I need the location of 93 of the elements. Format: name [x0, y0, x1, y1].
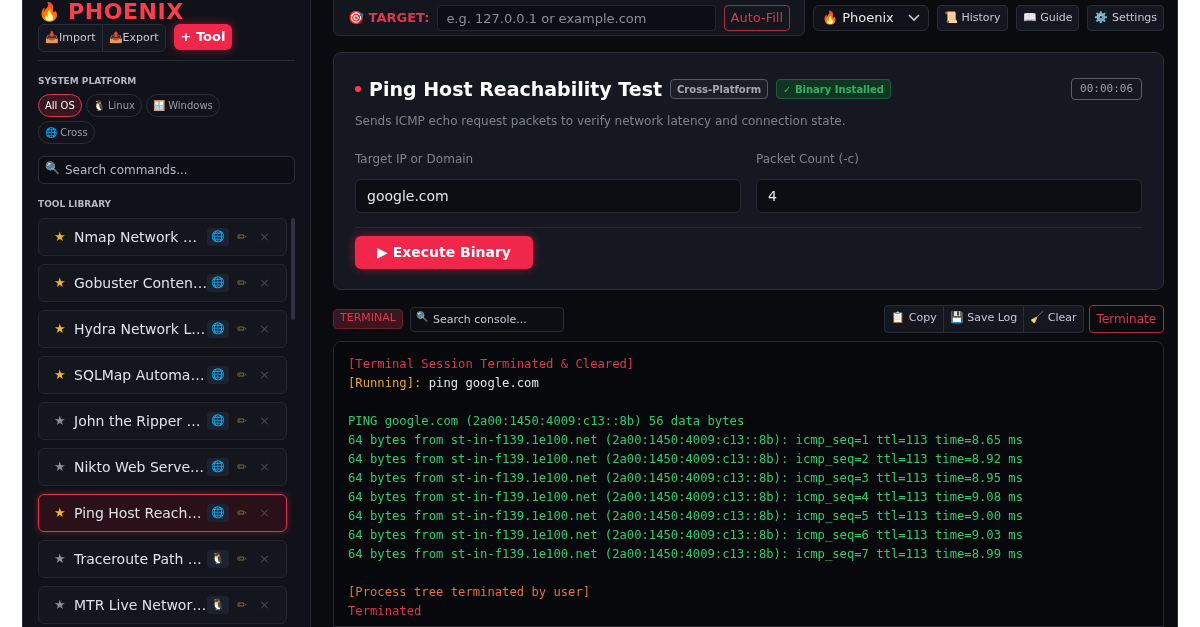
tool-name: Hydra Network L… — [74, 319, 207, 339]
star-icon[interactable]: ★ — [54, 595, 68, 615]
platform-chip[interactable]: 🪟 Windows — [145, 93, 220, 117]
tool-list-item[interactable]: ★ MTR Live Networ… 🐧 ✏ × — [38, 586, 287, 624]
platform-chip[interactable]: All OS — [38, 93, 82, 117]
field-label: Packet Count (-c) — [756, 150, 860, 168]
terminal-line: 64 bytes from st-in-f139.1e100.net (2a00:1450:4009:c13::8b): icmp_seq=3 ttl=113 time=8.95 ms — [348, 469, 1025, 487]
edit-icon[interactable]: ✏ — [236, 366, 248, 384]
tool-list-item[interactable]: ★ John the Ripper … 🌐 ✏ × — [38, 402, 287, 440]
tool-name: SQLMap Automa… — [74, 365, 206, 385]
terminal-line: 64 bytes from st-in-f139.1e100.net (2a00:1450:4009:c13::8b): icmp_seq=6 ttl=113 time=9.03 ms — [348, 526, 1025, 544]
header-button[interactable]: 📜 History — [937, 5, 1008, 31]
terminal-line: [Terminal Session Terminated & Cleared] — [348, 355, 636, 373]
platform-badge: 🌐 — [206, 458, 229, 476]
edit-icon[interactable]: ✏ — [236, 274, 248, 292]
target-input[interactable]: e.g. 127.0.0.1 or example.com — [437, 5, 716, 31]
scrollbar[interactable] — [290, 218, 295, 320]
tool-name: Gobuster Conten… — [74, 273, 207, 293]
terminal-line: [Running]: ping google.com — [348, 374, 540, 392]
console-action-button[interactable]: 🧹 Clear — [1023, 305, 1083, 332]
tool-list-item[interactable]: ★ Ping Host Reach… 🌐 ✏ × — [38, 494, 287, 532]
platform-badge: 🌐 — [206, 412, 229, 430]
terminal-line: [Process tree terminated by user] — [348, 583, 592, 601]
tool-name: Ping Host Reach… — [74, 503, 203, 523]
terminal-line: 64 bytes from st-in-f139.1e100.net (2a00:1450:4009:c13::8b): icmp_seq=4 ttl=113 time=9.08 ms — [348, 488, 1025, 506]
search-icon: 🔍 — [45, 161, 60, 174]
section-heading: SYSTEM PLATFORM — [38, 75, 138, 88]
field-label: Target IP or Domain — [355, 150, 475, 168]
platform-chip[interactable]: 🌐 Cross — [38, 120, 95, 144]
app-title: PHOENIX — [68, 1, 184, 23]
terminal-line: PING google.com (2a00:1450:4009:c13::8b) 56 data bytes — [348, 412, 746, 430]
tool-list-item[interactable]: ★ Nikto Web Serve… 🌐 ✏ × — [38, 448, 287, 486]
tool-name: MTR Live Networ… — [74, 595, 207, 615]
section-heading: TOOL LIBRARY — [38, 197, 113, 211]
star-icon[interactable]: ★ — [54, 365, 68, 385]
terminal-line: 64 bytes from st-in-f139.1e100.net (2a00:1450:4009:c13::8b): icmp_seq=1 ttl=113 time=8.65 ms — [348, 431, 1025, 449]
tool-list-item[interactable]: ★ Hydra Network L… 🌐 ✏ × — [38, 310, 287, 348]
header-button[interactable]: ⚙ Settings — [1087, 5, 1165, 31]
platform-badge: 🌐 — [206, 320, 229, 338]
autofill-button[interactable]: Auto-Fill — [723, 5, 790, 31]
edit-icon[interactable]: ✏ — [236, 320, 248, 338]
tool-list-item[interactable]: ★ Nmap Network … 🌐 ✏ × — [38, 218, 287, 256]
terminal-line: Terminated — [348, 602, 423, 620]
target-label: 🎯 TARGET: — [348, 9, 430, 28]
console-action-button[interactable]: 📋 Copy — [885, 305, 943, 332]
chevron-icon — [908, 14, 920, 22]
platform-badge: 🌐 — [206, 228, 229, 246]
tool-name: Nikto Web Serve… — [74, 457, 206, 477]
tool-name: Nmap Network … — [74, 227, 198, 247]
input-field[interactable]: google.com — [355, 178, 742, 213]
platform-badge: 🐧 — [206, 596, 229, 614]
platform-badge: 🐧 — [206, 550, 229, 568]
flame-icon: 🔥 — [38, 3, 60, 21]
profile-dropdown[interactable]: 🔥 Phoenix — [813, 5, 929, 31]
star-icon[interactable]: ★ — [54, 319, 68, 339]
timer: 00:00:06 — [1071, 78, 1143, 101]
tool-name: John the Ripper … — [74, 411, 202, 431]
platform-badge: 🌐 — [206, 366, 229, 384]
terminal-line: 64 bytes from st-in-f139.1e100.net (2a00:1450:4009:c13::8b): icmp_seq=5 ttl=113 time=9.00 ms — [348, 507, 1025, 525]
toolbar-button[interactable]: 📥Import — [39, 25, 102, 51]
edit-icon[interactable]: ✏ — [236, 458, 248, 476]
star-icon[interactable]: ★ — [54, 457, 68, 477]
terminal-line: 64 bytes from st-in-f139.1e100.net (2a00:1450:4009:c13::8b): icmp_seq=2 ttl=113 time=8.92 ms — [348, 450, 1025, 468]
toolbar-button[interactable]: 📤Export — [101, 25, 165, 51]
search-icon: 🔍 — [415, 311, 428, 322]
status-badge: ✓ Binary Installed — [776, 79, 891, 100]
terminate-button[interactable]: Terminate — [1088, 304, 1165, 333]
tool-list-item[interactable]: ★ Traceroute Path … 🐧 ✏ × — [38, 540, 287, 578]
terminal-tag: TERMINAL — [333, 308, 403, 329]
edit-icon[interactable]: ✏ — [236, 228, 248, 246]
edit-icon[interactable]: ✏ — [236, 550, 248, 568]
add-tool-button[interactable]: + Tool — [173, 24, 233, 50]
status-badge: Cross-Platform — [670, 79, 769, 100]
tool-name: Traceroute Path … — [74, 549, 203, 569]
tool-title: Ping Host Reachability Test — [369, 77, 663, 102]
edit-icon[interactable]: ✏ — [236, 596, 248, 614]
execute-button[interactable]: ▶ Execute Binary — [355, 235, 533, 269]
star-icon[interactable]: ★ — [54, 273, 68, 293]
console-action-button[interactable]: 💾 Save Log — [942, 305, 1024, 332]
terminal-line: 64 bytes from st-in-f139.1e100.net (2a00:1450:4009:c13::8b): icmp_seq=7 ttl=113 time=8.99 ms — [348, 545, 1025, 563]
platform-badge: 🌐 — [206, 504, 229, 522]
input-field[interactable]: 4 — [756, 178, 1143, 213]
tool-list-item[interactable]: ★ SQLMap Automa… 🌐 ✏ × — [38, 356, 287, 394]
star-icon[interactable]: ★ — [54, 227, 68, 247]
tool-list-item[interactable]: ★ Gobuster Conten… 🌐 ✏ × — [38, 264, 287, 302]
header-button[interactable]: 📖 Guide — [1015, 5, 1080, 31]
star-icon[interactable]: ★ — [54, 503, 68, 523]
tool-description: Sends ICMP echo request packets to verify network latency and connection state. — [355, 112, 847, 130]
star-icon[interactable]: ★ — [54, 549, 68, 569]
edit-icon[interactable]: ✏ — [236, 412, 248, 430]
platform-chip[interactable]: 🐧 Linux — [85, 93, 142, 117]
platform-badge: 🌐 — [206, 274, 229, 292]
star-icon[interactable]: ★ — [54, 411, 68, 431]
